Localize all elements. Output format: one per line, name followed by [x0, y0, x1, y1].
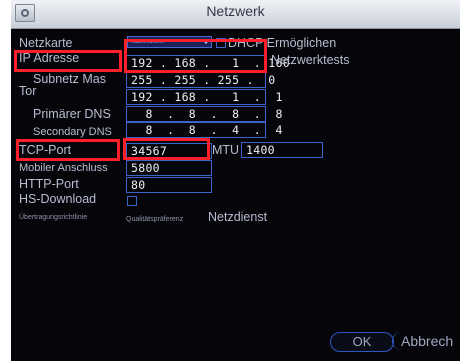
- gateway-label: Tor: [19, 84, 37, 98]
- ip-label-highlight: [14, 50, 122, 72]
- gateway-field[interactable]: 192 . 168 . 1 . 1: [126, 89, 282, 105]
- transmission-policy-label: Übertragungsrichtlinie: [19, 214, 88, 221]
- http-port-field[interactable]: 80: [126, 177, 212, 193]
- tcp-label-highlight: [16, 139, 120, 161]
- secondary-dns-field[interactable]: 8 . 8 . 4 . 4: [126, 122, 282, 138]
- hs-download-checkbox[interactable]: [127, 196, 137, 206]
- primary-dns-label: Primärer DNS: [33, 107, 111, 121]
- network-card-label: Netzkarte: [19, 36, 73, 50]
- mobile-port-field[interactable]: 5800: [126, 160, 212, 176]
- primary-dns-field[interactable]: 8 . 8 . 8 . 8: [126, 106, 282, 122]
- hs-download-label: HS-Download: [19, 192, 97, 206]
- transmission-policy-value[interactable]: Qualitätspräferenz: [126, 213, 183, 227]
- secondary-dns-label: Secondary DNS: [33, 126, 112, 138]
- cancel-button[interactable]: Abbrech: [392, 332, 453, 350]
- network-test-label[interactable]: Netzwerktests: [271, 53, 350, 67]
- subnet-mask-field[interactable]: 255 . 255 . 255 . 0: [126, 72, 275, 88]
- ip-field-highlight: [124, 39, 267, 73]
- window-title: Netzwerk: [206, 3, 265, 19]
- http-port-label: HTTP-Port: [19, 177, 79, 191]
- tcp-field-highlight: [123, 138, 210, 160]
- title-bar: Netzwerk: [11, 0, 460, 29]
- mtu-label: MTU: [212, 143, 240, 157]
- network-settings-window: Netzwerk Netzkarte Kabelnetzwerk DHCP Er…: [11, 0, 460, 361]
- subnet-mask-label: Subnetz Mas: [33, 72, 106, 86]
- mobile-port-label: Mobiler Anschluss: [19, 162, 108, 174]
- net-service-label[interactable]: Netzdienst: [208, 210, 267, 224]
- mtu-field[interactable]: 1400: [241, 142, 323, 158]
- ok-button[interactable]: OK: [330, 332, 394, 352]
